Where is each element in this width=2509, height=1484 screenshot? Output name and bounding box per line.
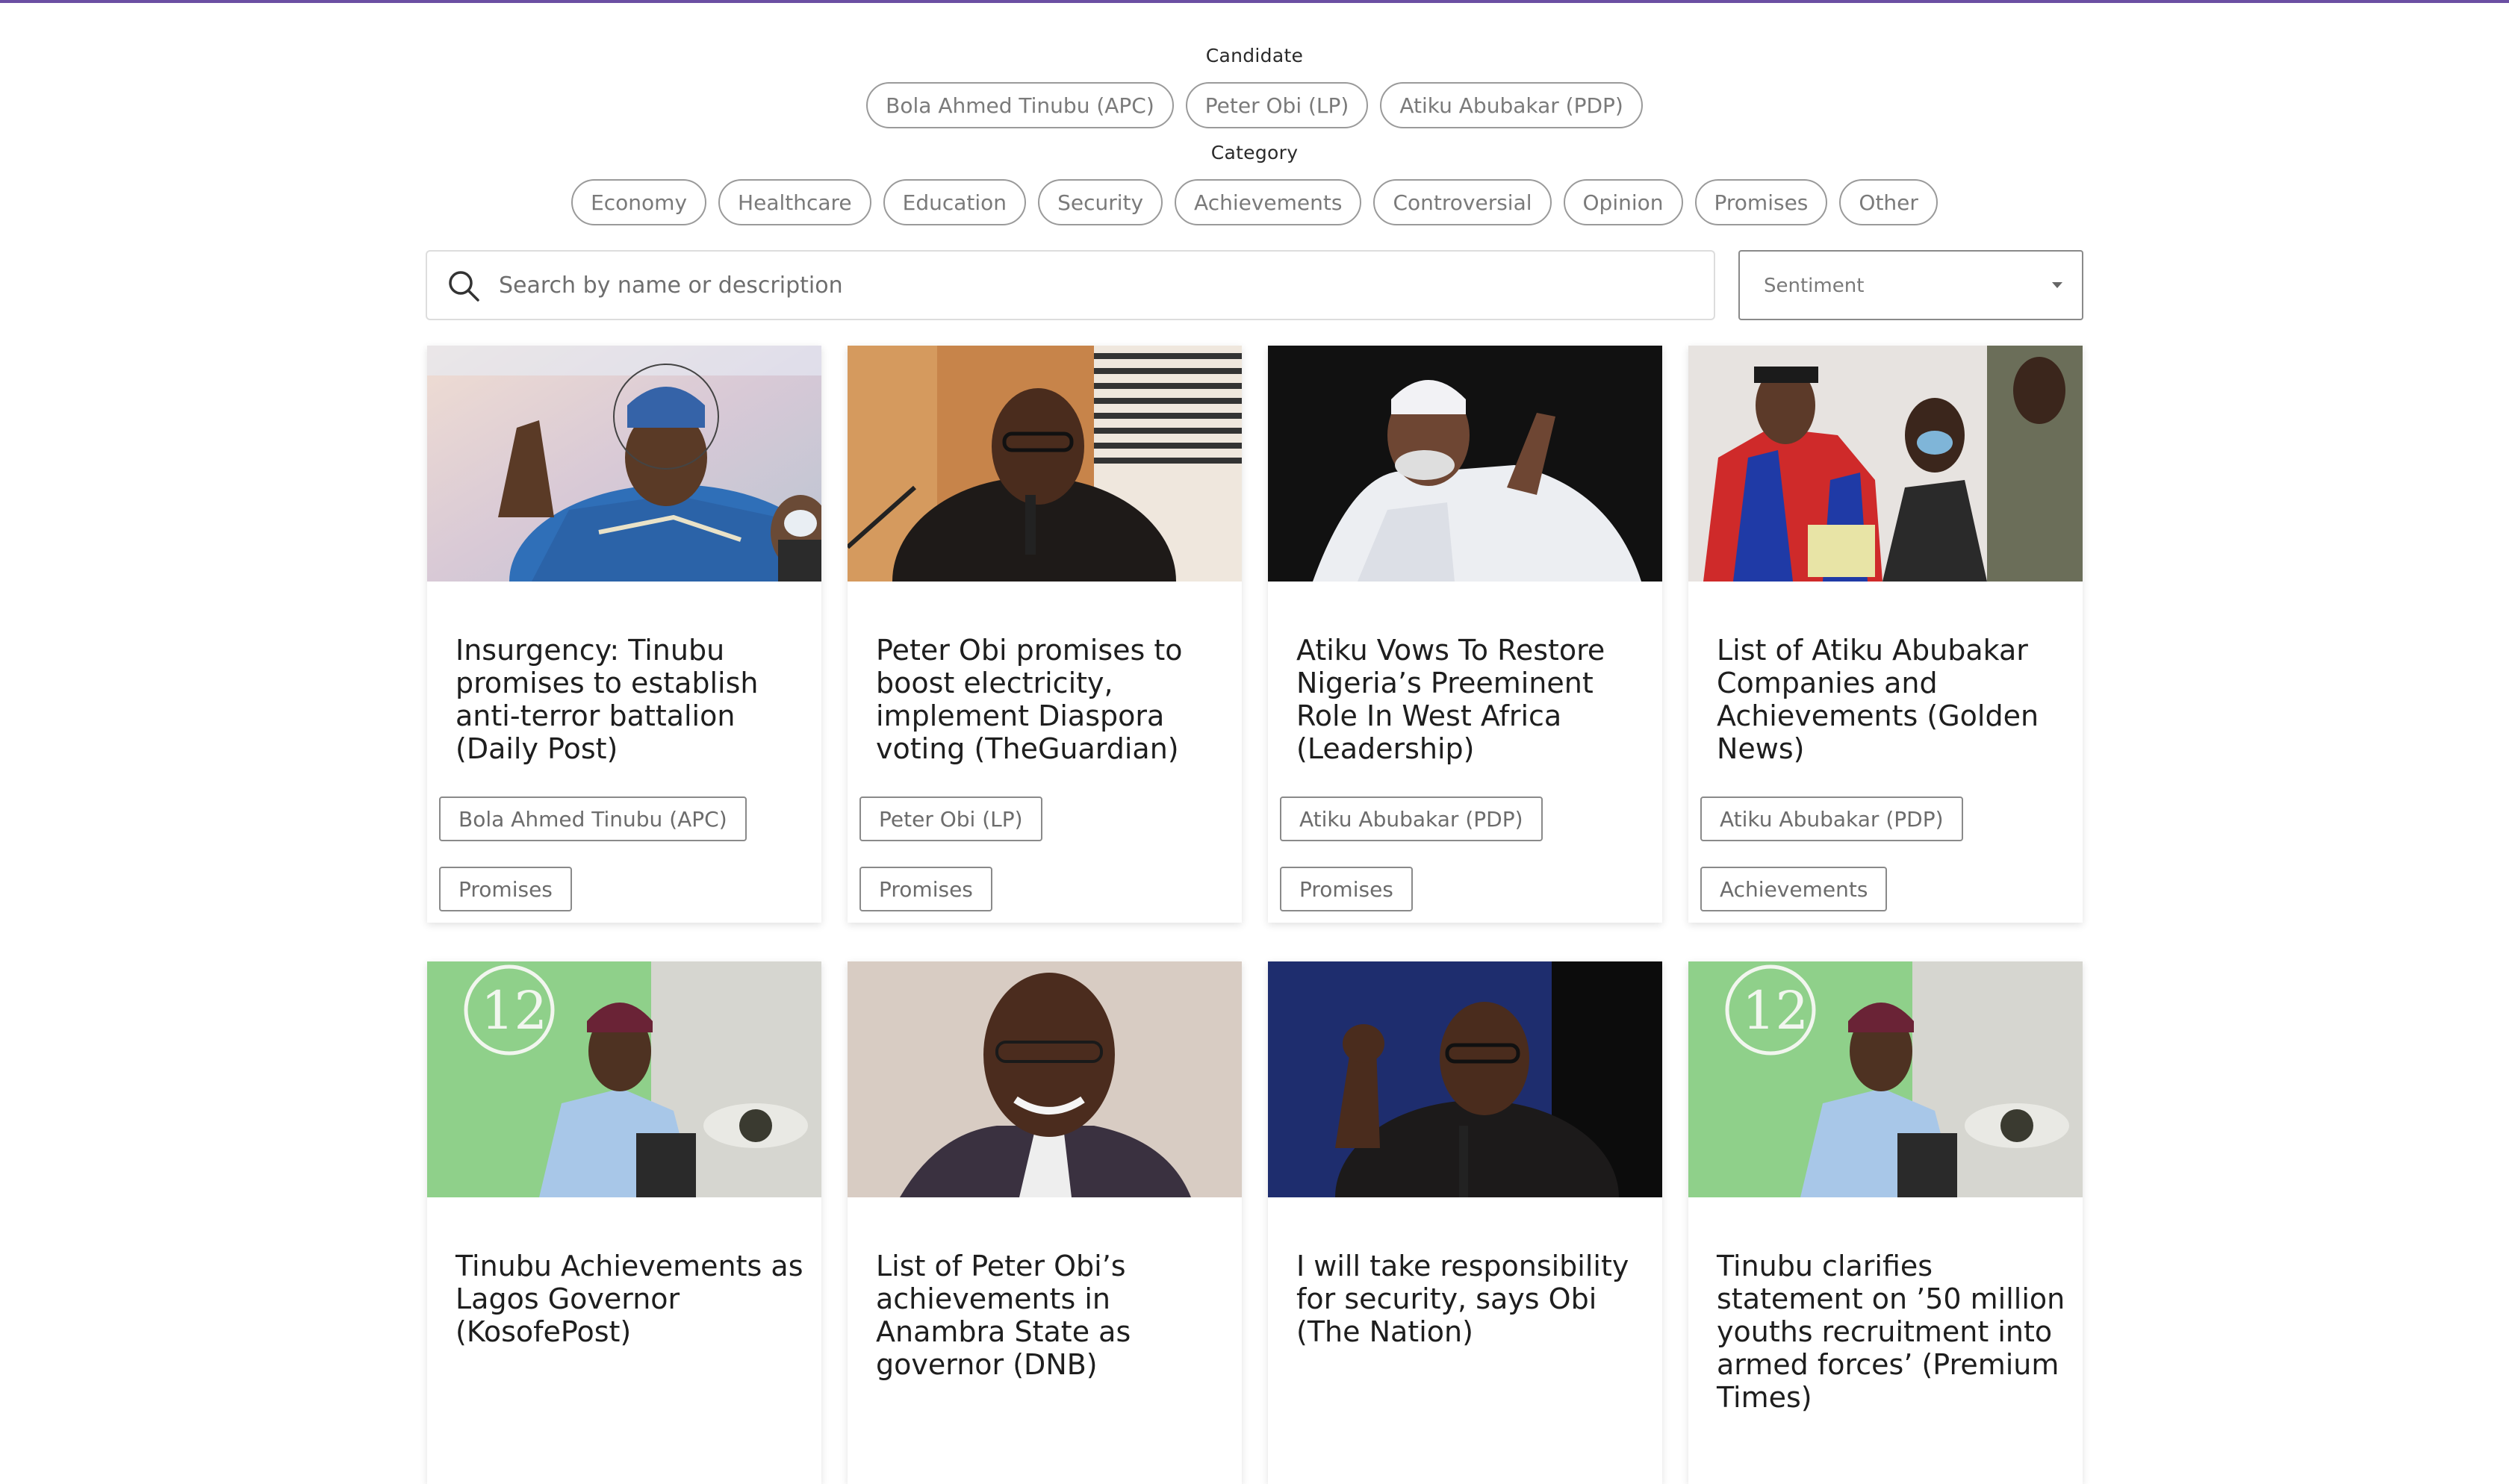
sentiment-label: Sentiment: [1764, 275, 1865, 297]
card-candidate-tag[interactable]: Atiku Abubakar (PDP): [1280, 796, 1543, 841]
card-image: [427, 346, 821, 582]
candidate-chip-tinubu[interactable]: Bola Ahmed Tinubu (APC): [866, 82, 1174, 128]
card-image: [1268, 961, 1662, 1197]
card-title[interactable]: List of Atiku Abubakar Companies and Ach…: [1717, 634, 2068, 765]
card-image: [848, 346, 1242, 582]
card-image: 12: [1688, 961, 2083, 1197]
card-title[interactable]: I will take responsibility for security,…: [1296, 1250, 1647, 1348]
news-card[interactable]: Atiku Vows To Restore Nigeria’s Preemine…: [1268, 346, 1662, 923]
card-candidate-tag[interactable]: Atiku Abubakar (PDP): [1700, 796, 1963, 841]
card-category-tag[interactable]: Promises: [1280, 867, 1413, 911]
news-card[interactable]: Insurgency: Tinubu promises to establish…: [427, 346, 821, 923]
card-title[interactable]: Tinubu Achievements as Lagos Governor (K…: [456, 1250, 806, 1348]
card-title[interactable]: Insurgency: Tinubu promises to establish…: [456, 634, 806, 765]
top-accent-line: [0, 0, 2509, 3]
news-card[interactable]: 12 Tinubu Achievements as Lagos Governor…: [427, 961, 821, 1484]
card-image: [1268, 346, 1662, 582]
card-title[interactable]: Atiku Vows To Restore Nigeria’s Preemine…: [1296, 634, 1647, 765]
category-chip-row: Economy Healthcare Education Security Ac…: [0, 179, 2509, 225]
svg-text:12: 12: [481, 980, 547, 1041]
candidate-chip-row: Bola Ahmed Tinubu (APC) Peter Obi (LP) A…: [0, 82, 2509, 128]
card-category-tag[interactable]: Achievements: [1700, 867, 1888, 911]
category-chip-achievements[interactable]: Achievements: [1175, 179, 1362, 225]
sentiment-select[interactable]: Sentiment: [1738, 250, 2083, 320]
search-input[interactable]: [499, 252, 1694, 319]
card-candidate-tag[interactable]: Peter Obi (LP): [859, 796, 1042, 841]
news-card[interactable]: 12 Tinubu clarifies statement on ’50 mil…: [1688, 961, 2083, 1484]
card-title[interactable]: List of Peter Obi’s achievements in Anam…: [876, 1250, 1227, 1381]
svg-text:12: 12: [1742, 980, 1809, 1041]
news-card[interactable]: List of Atiku Abubakar Companies and Ach…: [1688, 346, 2083, 923]
search-icon: [449, 271, 479, 302]
card-title[interactable]: Tinubu clarifies statement on ’50 millio…: [1717, 1250, 2068, 1414]
category-chip-other[interactable]: Other: [1839, 179, 1938, 225]
candidate-chip-obi[interactable]: Peter Obi (LP): [1185, 82, 1369, 128]
candidate-filter-label: Candidate: [1205, 45, 1304, 66]
card-category-tag[interactable]: Promises: [859, 867, 992, 911]
news-card[interactable]: I will take responsibility for security,…: [1268, 961, 1662, 1484]
candidate-chip-atiku[interactable]: Atiku Abubakar (PDP): [1380, 82, 1643, 128]
card-category-tag[interactable]: Promises: [439, 867, 572, 911]
news-card[interactable]: Peter Obi promises to boost electricity,…: [848, 346, 1242, 923]
card-image: 12: [427, 961, 821, 1197]
category-chip-education[interactable]: Education: [883, 179, 1027, 225]
category-chip-security[interactable]: Security: [1038, 179, 1163, 225]
search-box[interactable]: [426, 250, 1715, 320]
category-filter-label: Category: [1210, 142, 1299, 163]
category-chip-promises[interactable]: Promises: [1694, 179, 1828, 225]
news-card[interactable]: List of Peter Obi’s achievements in Anam…: [848, 961, 1242, 1484]
category-chip-economy[interactable]: Economy: [571, 179, 707, 225]
card-image: [848, 961, 1242, 1197]
category-chip-opinion[interactable]: Opinion: [1563, 179, 1683, 225]
card-image: [1688, 346, 2083, 582]
card-candidate-tag[interactable]: Bola Ahmed Tinubu (APC): [439, 796, 747, 841]
chevron-down-icon: [2052, 282, 2062, 288]
category-chip-controversial[interactable]: Controversial: [1373, 179, 1552, 225]
category-chip-healthcare[interactable]: Healthcare: [718, 179, 871, 225]
card-title[interactable]: Peter Obi promises to boost electricity,…: [876, 634, 1227, 765]
